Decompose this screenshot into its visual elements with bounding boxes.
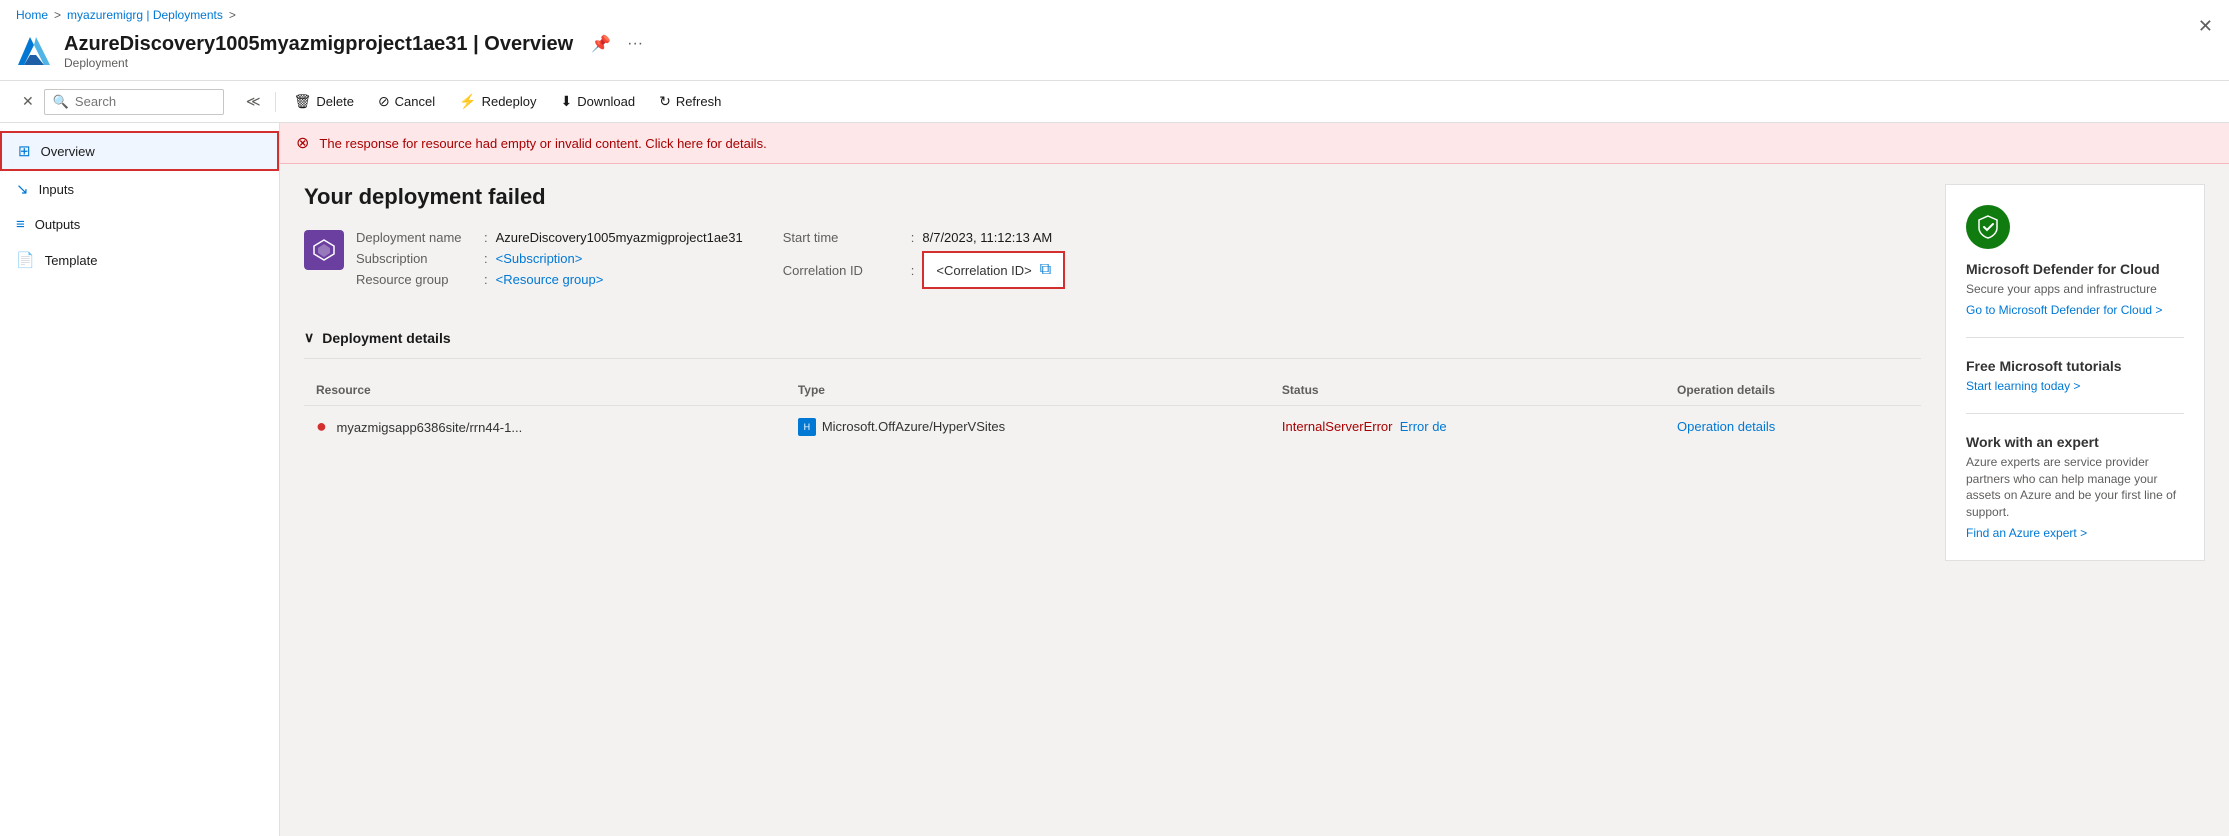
- search-bar[interactable]: 🔍: [44, 89, 224, 115]
- error-banner[interactable]: ⊗ The response for resource had empty or…: [280, 123, 2229, 164]
- error-details-link[interactable]: Error de: [1396, 419, 1447, 434]
- table-cell-operation: Operation details: [1665, 406, 1921, 448]
- panel-divider-1: [1966, 337, 2184, 338]
- content-area: ⊗ The response for resource had empty or…: [280, 123, 2229, 836]
- resource-group-row: Resource group : <Resource group>: [356, 272, 743, 287]
- tutorials-title: Free Microsoft tutorials: [1966, 358, 2184, 374]
- correlation-id-row: Correlation ID : <Correlation ID> ⧉: [783, 251, 1065, 289]
- sidebar-item-overview[interactable]: ⊞ Overview: [0, 131, 279, 171]
- start-time-value: 8/7/2023, 11:12:13 AM: [922, 230, 1052, 245]
- delete-icon: 🗑: [294, 93, 312, 110]
- refresh-icon: ↻: [659, 93, 671, 110]
- cancel-button[interactable]: ⊘ Cancel: [368, 87, 445, 116]
- details-title: Deployment details: [322, 330, 450, 346]
- operation-details-link[interactable]: Operation details: [1677, 419, 1775, 434]
- cancel-icon: ⊘: [378, 93, 390, 110]
- tutorials-link[interactable]: Start learning today >: [1966, 379, 2080, 393]
- deployment-info: Deployment name : AzureDiscovery1005myaz…: [356, 230, 1921, 289]
- toolbar-divider: [275, 92, 276, 112]
- content-right: Microsoft Defender for Cloud Secure your…: [1945, 184, 2205, 816]
- col-resource: Resource: [304, 375, 786, 406]
- delete-button[interactable]: 🗑 Delete: [284, 87, 364, 116]
- name-row: Deployment name : AzureDiscovery1005myaz…: [356, 230, 743, 245]
- type-icon: H: [798, 418, 816, 436]
- table-cell-resource: ● myazmigsapp6386site/rrn44-1...: [304, 406, 786, 448]
- sidebar-item-inputs[interactable]: ↘ Inputs: [0, 171, 279, 207]
- expert-title: Work with an expert: [1966, 434, 2184, 450]
- start-time-row: Start time : 8/7/2023, 11:12:13 AM: [783, 230, 1065, 245]
- subscription-link[interactable]: <Subscription>: [496, 251, 583, 266]
- deployment-header: Deployment name : AzureDiscovery1005myaz…: [304, 230, 1921, 313]
- defender-desc: Secure your apps and infrastructure: [1966, 281, 2184, 298]
- expert-desc: Azure experts are service provider partn…: [1966, 454, 2184, 521]
- outputs-icon: ≡: [16, 216, 25, 233]
- sidebar-item-template[interactable]: 📄 Template: [0, 242, 279, 278]
- sidebar: ⊞ Overview ↘ Inputs ≡ Outputs 📄 Template: [0, 123, 280, 836]
- deployment-details-section: ∨ Deployment details Resource Type Statu…: [304, 329, 1921, 448]
- toolbar: ✕ 🔍 ≪ 🗑 Delete ⊘ Cancel ⚡ Redeploy ⬇ Dow…: [0, 81, 2229, 123]
- expert-section: Work with an expert Azure experts are se…: [1966, 434, 2184, 540]
- col-status: Status: [1270, 375, 1665, 406]
- expert-link[interactable]: Find an Azure expert >: [1966, 526, 2087, 540]
- col-operation-details: Operation details: [1665, 375, 1921, 406]
- sidebar-item-outputs[interactable]: ≡ Outputs: [0, 207, 279, 242]
- deployment-icon: [304, 230, 344, 270]
- defender-link[interactable]: Go to Microsoft Defender for Cloud >: [1966, 303, 2162, 317]
- table-row: ● myazmigsapp6386site/rrn44-1... H Micro…: [304, 406, 1921, 448]
- more-options-icon[interactable]: ···: [623, 33, 647, 55]
- download-button[interactable]: ⬇ Download: [551, 87, 646, 116]
- tutorials-section: Free Microsoft tutorials Start learning …: [1966, 358, 2184, 393]
- defender-icon: [1966, 205, 2010, 249]
- azure-logo-icon: [16, 33, 52, 69]
- panel-divider-2: [1966, 413, 2184, 414]
- page-title: AzureDiscovery1005myazmigproject1ae31 | …: [64, 32, 647, 56]
- chevron-down-icon: ∨: [304, 329, 314, 346]
- redeploy-icon: ⚡: [459, 93, 476, 110]
- resource-subtitle: Deployment: [64, 56, 647, 70]
- content-left: Your deployment failed Deploy: [304, 184, 1921, 816]
- deployment-name-value: AzureDiscovery1005myazmigproject1ae31: [496, 230, 743, 245]
- copy-correlation-id-button[interactable]: ⧉: [1040, 261, 1051, 279]
- breadcrumb-sep1: >: [54, 8, 61, 22]
- refresh-button[interactable]: ↻ Refresh: [649, 87, 731, 116]
- breadcrumb-sep2: >: [229, 8, 236, 22]
- download-icon: ⬇: [561, 93, 573, 110]
- error-banner-icon: ⊗: [296, 133, 309, 153]
- redeploy-button[interactable]: ⚡ Redeploy: [449, 87, 546, 116]
- right-panel: Microsoft Defender for Cloud Secure your…: [1945, 184, 2205, 561]
- subscription-row: Subscription : <Subscription>: [356, 251, 743, 266]
- resource-group-link[interactable]: <Resource group>: [496, 272, 604, 287]
- table-cell-status: InternalServerError Error de: [1270, 406, 1665, 448]
- error-status-dot: ●: [316, 416, 327, 436]
- failed-title: Your deployment failed: [304, 184, 1921, 210]
- deployment-table: Resource Type Status Operation details ●…: [304, 375, 1921, 448]
- details-toggle[interactable]: ∨ Deployment details: [304, 329, 1921, 359]
- collapse-sidebar-button[interactable]: ✕: [16, 89, 40, 114]
- pin-icon[interactable]: 📌: [587, 32, 615, 56]
- defender-title: Microsoft Defender for Cloud: [1966, 261, 2184, 277]
- breadcrumb: Home > myazuremigrg | Deployments >: [16, 0, 2213, 26]
- table-cell-type: H Microsoft.OffAzure/HyperVSites: [786, 406, 1270, 448]
- defender-section: Microsoft Defender for Cloud Secure your…: [1966, 205, 2184, 317]
- search-input[interactable]: [75, 94, 215, 109]
- overview-icon: ⊞: [18, 142, 31, 160]
- breadcrumb-home[interactable]: Home: [16, 8, 48, 22]
- col-type: Type: [786, 375, 1270, 406]
- correlation-id-value: <Correlation ID>: [936, 263, 1031, 278]
- inputs-icon: ↘: [16, 180, 29, 198]
- correlation-id-box: <Correlation ID> ⧉: [922, 251, 1065, 289]
- breadcrumb-resource-group[interactable]: myazuremigrg | Deployments: [67, 8, 223, 22]
- error-banner-text: The response for resource had empty or i…: [319, 136, 766, 151]
- close-button[interactable]: ✕: [2198, 16, 2213, 37]
- template-icon: 📄: [16, 251, 35, 269]
- search-icon: 🔍: [53, 94, 69, 110]
- collapse-panel-button[interactable]: ≪: [240, 89, 267, 114]
